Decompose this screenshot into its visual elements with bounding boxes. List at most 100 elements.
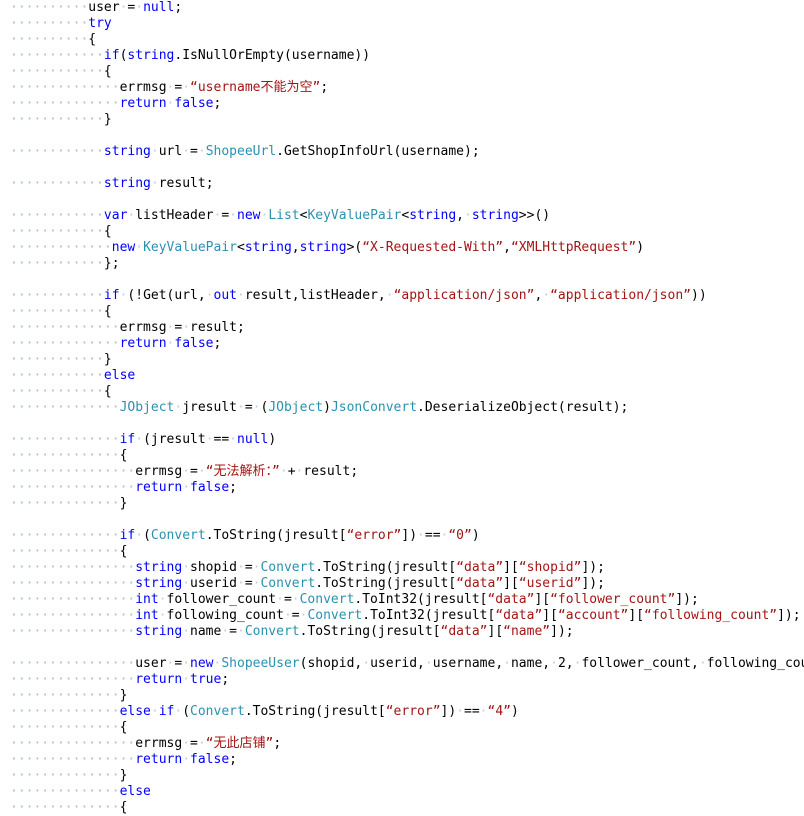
code-line[interactable]: ··············} [0,768,804,784]
indent-guide-dots: ·············· [10,704,120,719]
code-line[interactable]: ··········try [0,16,804,32]
indent-guide-dots: ············· [10,240,112,255]
code-token-punct: ) [510,704,519,719]
code-line[interactable]: ················user·=·new·ShopeeUser(sh… [0,656,804,672]
code-token-space: · [479,704,488,719]
code-line[interactable]: ················return·false; [0,752,804,768]
code-token-space: · [150,704,159,719]
code-line[interactable]: ··············return·false; [0,96,804,112]
code-line[interactable]: ················string·userid·=·Convert.… [0,576,804,592]
indent-guide-dots: ············ [10,224,104,239]
code-line[interactable]: ············{ [0,304,804,320]
code-line[interactable]: ··············errmsg·=·“username不能为空”; [0,80,804,96]
code-token-punct: ( [385,560,394,575]
code-line[interactable]: ············var·listHeader·=·new·List<Ke… [0,208,804,224]
code-token-punct: , [291,288,300,303]
code-token-space: · [182,464,191,479]
code-token-space: · [182,80,191,95]
code-token-kw: string [135,560,183,575]
indent-guide-dots: ················ [10,736,136,751]
code-line[interactable]: ················int·following_count·=·Co… [0,608,804,624]
code-line[interactable]: ············if·(!Get(url,·out·result,lis… [0,288,804,304]
code-token-ident: shopid [307,656,355,671]
code-line[interactable]: ············else [0,368,804,384]
code-line[interactable]: ··········user·=·null; [0,0,804,16]
code-token-punct: ]); [581,576,605,591]
code-line[interactable]: ·············new·KeyValuePair<string,str… [0,240,804,256]
code-token-type: JsonConvert [330,400,418,415]
code-line[interactable]: ················string·name·=·Convert.To… [0,624,804,640]
code-line[interactable]: ············} [0,112,804,128]
indent-guide-dots: ·············· [10,720,120,735]
code-line[interactable]: ············string·result; [0,176,804,192]
code-token-space: · [197,144,206,159]
code-line[interactable]: ··············{ [0,800,804,816]
indent-guide-dots: ·········· [10,0,89,15]
code-line[interactable] [0,640,804,656]
code-token-punct: ; [213,336,222,351]
code-line[interactable]: ··············else [0,784,804,800]
code-line[interactable]: ················errmsg·=·“无此店铺”; [0,736,804,752]
code-token-space: · [182,320,191,335]
code-line[interactable]: ············} [0,352,804,368]
code-line[interactable]: ············{ [0,384,804,400]
code-line[interactable]: ··············{ [0,544,804,560]
code-token-space: · [182,752,191,767]
code-line[interactable] [0,272,804,288]
code-line[interactable]: ················string·shopid·=·Convert.… [0,560,804,576]
code-line[interactable] [0,192,804,208]
code-token-punct: , [691,656,699,671]
indent-guide-dots: ················ [10,672,136,687]
code-token-type: List [268,208,300,223]
code-line[interactable]: ················return·false; [0,480,804,496]
code-line[interactable]: ············string·url·=·ShopeeUrl.GetSh… [0,144,804,160]
code-line[interactable]: ··············else·if·(Convert.ToString(… [0,704,804,720]
code-line[interactable]: ··············{ [0,720,804,736]
code-token-punct: , [417,656,425,671]
code-token-ident: ToString [252,704,316,719]
code-line[interactable]: ················errmsg·=·“无法解析：”·+·resul… [0,464,804,480]
code-editor-surface[interactable]: ··········user·=·null; ··········try ·····… [0,0,804,815]
code-line[interactable]: ··············} [0,496,804,512]
code-token-punct: = [221,208,230,223]
code-line[interactable]: ··············errmsg·=·result; [0,320,804,336]
code-line[interactable]: ··············JObject·jresult·=·(JObject… [0,400,804,416]
code-token-ident: ToInt32 [362,592,418,607]
code-line[interactable]: ············{ [0,64,804,80]
code-line[interactable] [0,416,804,432]
code-token-punct: { [103,304,112,319]
code-token-kw: false [174,336,214,351]
code-line[interactable]: ··············{ [0,448,804,464]
code-token-str: “data” [440,624,488,639]
code-token-kw: new [111,240,136,255]
code-token-space: · [197,736,206,751]
indent-guide-dots: ············ [10,208,104,223]
code-line[interactable] [0,512,804,528]
code-token-space: · [158,608,167,623]
code-line[interactable]: ··············if·(jresult·==·null) [0,432,804,448]
code-line[interactable]: ············}; [0,256,804,272]
code-line[interactable]: ················int·follower_count·=·Con… [0,592,804,608]
code-line[interactable]: ··············return·false; [0,336,804,352]
code-line[interactable]: ············if(string.IsNullOrEmpty(user… [0,48,804,64]
code-line[interactable] [0,160,804,176]
code-line[interactable]: ················return·true; [0,672,804,688]
code-token-ident: ToString [323,560,386,575]
code-line[interactable]: ············{ [0,224,804,240]
code-token-punct: = [244,576,253,591]
code-token-space: · [237,400,245,415]
code-token-kw: false [190,480,230,495]
code-token-punct: [ [338,528,347,543]
code-token-space: · [158,592,167,607]
code-line[interactable] [0,128,804,144]
code-token-str: “X-Requested-With” [362,240,504,255]
code-token-punct: } [103,112,112,127]
code-line[interactable]: ··············if·(Convert.ToString(jresu… [0,528,804,544]
code-token-punct: [ [448,576,457,591]
code-token-str: username [197,80,261,95]
indent-guide-dots: ············ [10,176,104,191]
indent-guide-dots: ·········· [10,32,89,47]
code-line[interactable]: ··············} [0,688,804,704]
code-line[interactable]: ··········{ [0,32,804,48]
code-token-type: Convert [299,592,355,607]
